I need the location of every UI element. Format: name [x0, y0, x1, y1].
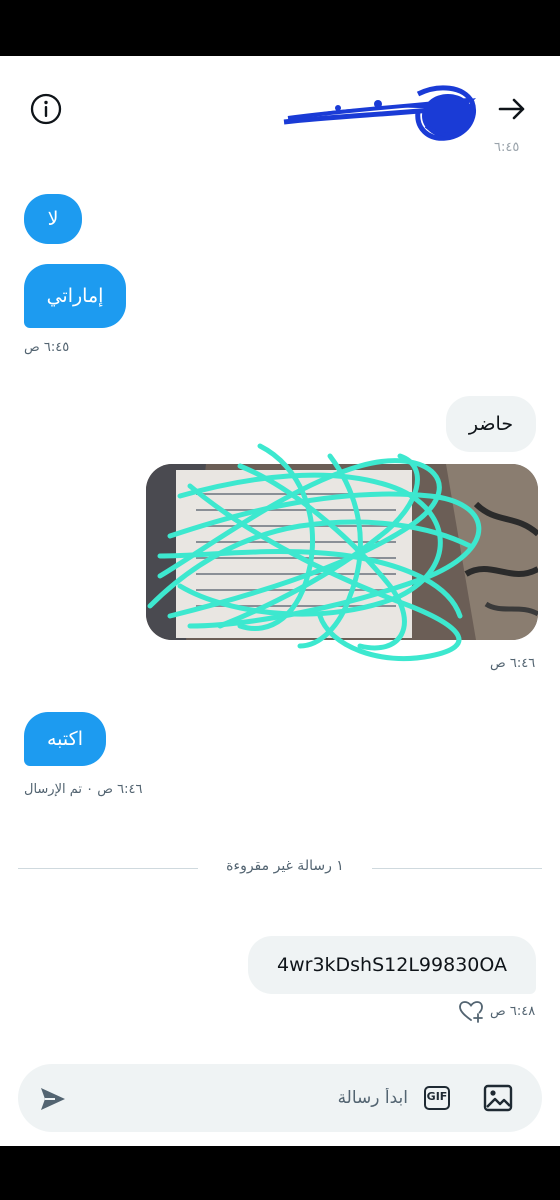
message-bubble-incoming[interactable]: اكتبه — [24, 712, 106, 766]
unread-divider-label: ١ رسالة غير مقروءة — [226, 858, 344, 874]
message-bubble-outgoing[interactable]: 4wr3kDshS12L99830OA — [248, 936, 536, 994]
dm-conversation-screen: ٦:٤٥ لا إماراتي ٦:٤٥ ص حاضر ٦:٤٦ ص اكتبه… — [0, 56, 560, 1146]
message-timestamp: ٦:٤٦ ص — [490, 656, 536, 671]
message-text: لا — [47, 208, 59, 230]
info-icon[interactable] — [30, 93, 62, 125]
message-composer: GIF — [18, 1064, 542, 1132]
message-text: إماراتي — [46, 285, 104, 307]
navigation-bar — [0, 1146, 560, 1200]
divider-line-right — [372, 868, 542, 869]
redaction-scribble — [147, 443, 482, 662]
message-text: 4wr3kDshS12L99830OA — [277, 954, 507, 976]
send-icon[interactable] — [38, 1084, 68, 1114]
gif-button[interactable]: GIF — [422, 1082, 454, 1114]
heart-add-icon[interactable] — [458, 1000, 484, 1024]
partial-timestamp: ٦:٤٥ — [494, 140, 520, 155]
arrow-right-icon[interactable] — [496, 93, 528, 125]
gif-label: GIF — [426, 1090, 448, 1103]
message-timestamp: ٦:٤٥ ص — [24, 340, 70, 355]
redacted-contact-name-scribble — [283, 85, 476, 141]
message-text: اكتبه — [47, 728, 83, 750]
message-timestamp: ٦:٤٨ ص — [490, 1004, 536, 1019]
status-bar — [0, 0, 560, 56]
conversation-header: ٦:٤٥ — [0, 56, 560, 156]
divider-line-left — [18, 868, 198, 869]
message-input[interactable] — [158, 1084, 408, 1112]
message-bubble-incoming[interactable]: لا — [24, 194, 82, 244]
message-timestamp-sent: ٦:٤٦ ص ٠ تم الإرسال — [24, 782, 143, 797]
image-icon[interactable] — [482, 1082, 514, 1114]
message-bubble-incoming[interactable]: إماراتي — [24, 264, 126, 328]
